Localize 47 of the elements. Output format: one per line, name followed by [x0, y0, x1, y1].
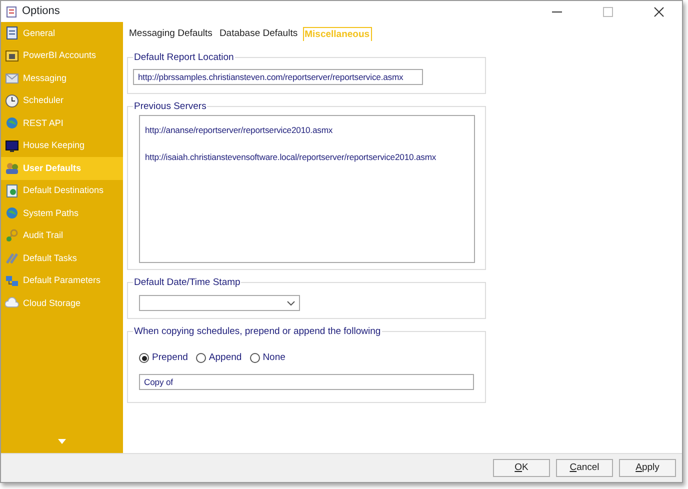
list-item[interactable]: http://ananse/reportserver/reportservice2010.asmx — [145, 124, 333, 137]
sidebar-item[interactable]: Cloud Storage — [1, 292, 123, 314]
minimize-icon[interactable] — [552, 11, 562, 14]
radio-label: Append — [208, 351, 242, 365]
dialog-button[interactable]: Cancel — [556, 459, 613, 477]
key-icon — [5, 228, 19, 243]
globe-icon — [5, 206, 19, 220]
radio-button[interactable] — [250, 353, 260, 364]
close-icon[interactable] — [654, 7, 664, 18]
radio-button[interactable] — [139, 353, 149, 364]
radio-button[interactable] — [196, 353, 206, 364]
monitor-icon — [5, 138, 19, 153]
sidebar-item[interactable]: PowerBI Accounts — [1, 44, 123, 67]
radio-label: Prepend — [152, 351, 188, 365]
envelope-icon — [5, 71, 19, 86]
document-icon — [5, 184, 19, 198]
sidebar-item[interactable]: User Defaults — [1, 157, 123, 180]
sidebar-item[interactable]: General — [1, 22, 123, 44]
prefix-field[interactable]: Copy of — [139, 374, 474, 390]
network-icon — [5, 274, 19, 288]
clock-icon — [5, 94, 19, 108]
chart-icon — [5, 48, 19, 63]
sidebar-item[interactable]: Messaging — [1, 67, 123, 90]
list-item[interactable]: http://isaiah.christianstevensoftware.local/reportserver/reportservice2010.asmx — [145, 150, 436, 164]
people-icon — [5, 161, 19, 176]
sidebar-item[interactable]: House Keeping — [1, 134, 123, 157]
cloud-icon — [5, 296, 19, 310]
sidebar-item[interactable]: Default Destinations — [1, 180, 123, 202]
tab[interactable]: Database Defaults — [217, 26, 300, 41]
tab[interactable]: Miscellaneous — [302, 27, 372, 41]
report-location-field[interactable]: http://pbrssamples.christiansteven.com/reportserver/reportservice.asmx — [133, 69, 423, 85]
window-title: Options — [22, 4, 60, 20]
radio-label: None — [262, 351, 286, 365]
tools-icon — [5, 251, 19, 266]
sidebar-item[interactable]: Audit Trail — [1, 224, 123, 247]
sidebar-item[interactable]: Default Tasks — [1, 247, 123, 270]
chevron-icon — [287, 300, 295, 306]
dialog-button[interactable]: OK — [493, 459, 550, 477]
sidebar-item[interactable]: REST API — [1, 112, 123, 134]
tab[interactable]: Messaging Defaults — [127, 26, 214, 41]
clipboard-icon — [5, 26, 19, 40]
app-icon — [6, 6, 17, 18]
sidebar-item[interactable]: Scheduler — [1, 90, 123, 112]
sidebar-item[interactable]: System Paths — [1, 202, 123, 224]
dialog-button[interactable]: Apply — [619, 459, 676, 477]
globe-icon — [5, 116, 19, 130]
sidebar-item[interactable]: Default Parameters — [1, 270, 123, 292]
